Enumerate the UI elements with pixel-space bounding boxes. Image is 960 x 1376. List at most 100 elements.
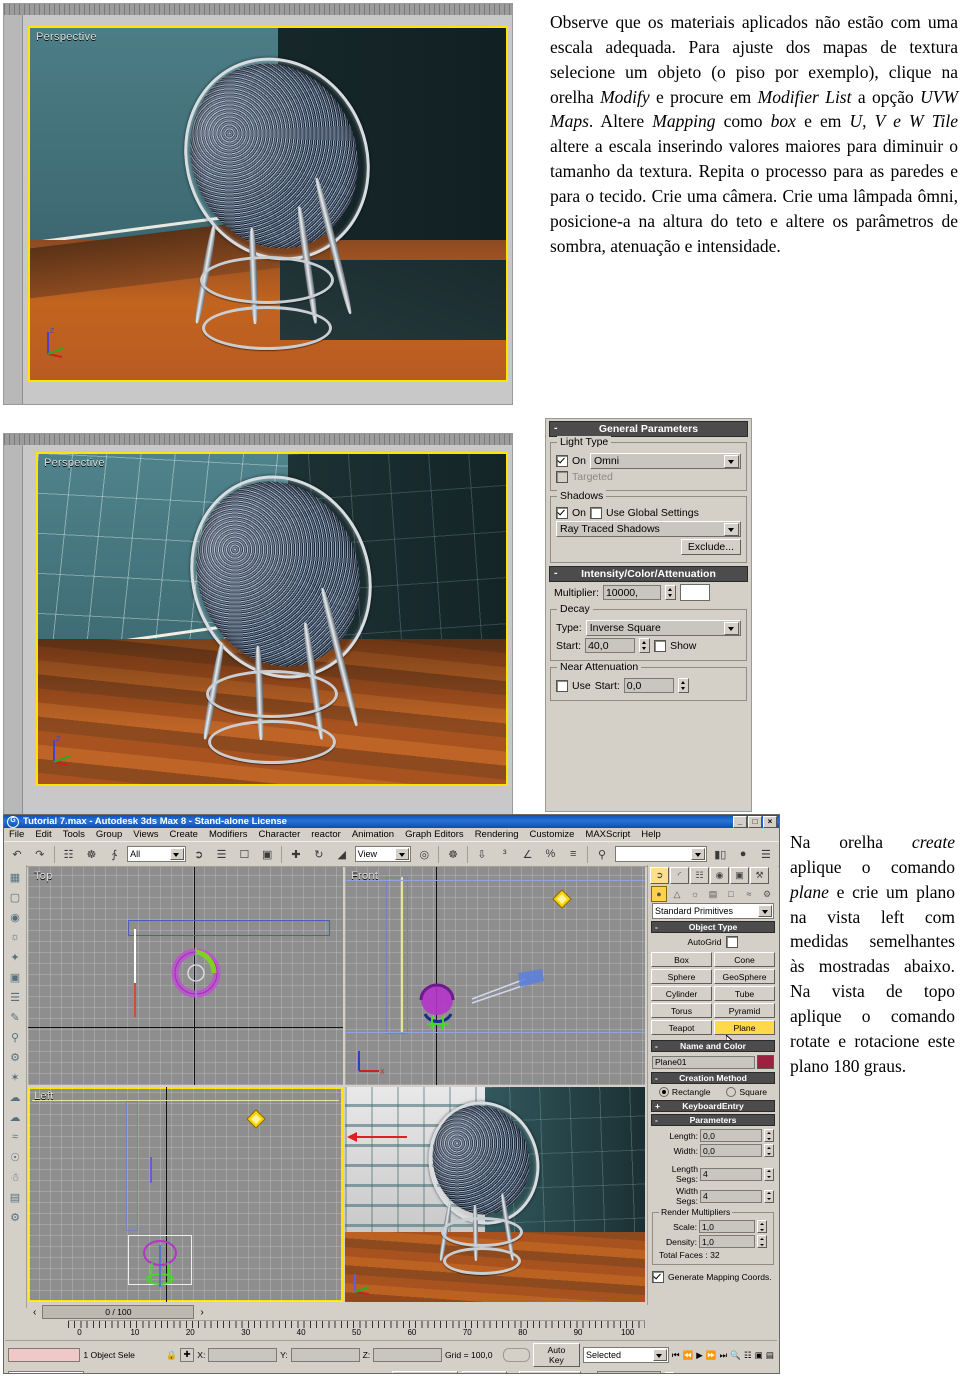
left-toolbar[interactable]: ▦ ▢ ◉ ☼ ✦ ▣ ☰ ✎ ⚲ ⚙ ✶ ☁ ☁ ≈ ☉ ☃ ▤ ⚙	[4, 865, 27, 1308]
geometry-tool-icon[interactable]: ▦	[6, 868, 24, 886]
near-atten-spinner[interactable]	[677, 678, 689, 693]
primitive-box-button[interactable]: Box	[651, 952, 712, 967]
frame-slider-row[interactable]: ‹ 0 / 100 ›	[28, 1304, 645, 1320]
primitive-geosphere-button[interactable]: GeoSphere	[714, 969, 775, 984]
square-option[interactable]: Square	[726, 1087, 767, 1097]
targeted-row[interactable]: Targeted	[556, 471, 741, 483]
primitive-plane-button[interactable]: Plane	[714, 1020, 775, 1035]
shadow-type-row[interactable]: Ray Traced Shadows	[556, 521, 741, 537]
material-editor-icon[interactable]: ●	[733, 843, 754, 865]
goto-end-icon[interactable]: ⏭	[720, 1350, 728, 1361]
primitive-torus-button[interactable]: Torus	[651, 1003, 712, 1018]
angle-snap-icon[interactable]: ∠	[517, 843, 538, 865]
length-segs-row[interactable]: Length Segs: 4	[648, 1163, 778, 1185]
category-geometry-icon[interactable]: ●	[651, 886, 667, 902]
zoom-region-icon[interactable]: ▤	[766, 1350, 774, 1361]
select-and-scale-icon[interactable]: ◢	[331, 843, 352, 865]
category-cameras-icon[interactable]: ▤	[705, 886, 721, 902]
tab-create[interactable]: ➲	[650, 867, 669, 884]
targeted-checkbox[interactable]	[556, 471, 568, 483]
reference-coordinate-combo[interactable]: View	[354, 846, 412, 862]
zoom-extents-icon[interactable]: ▣	[755, 1350, 763, 1361]
viewport-left[interactable]: Left	[28, 1087, 343, 1302]
length-spinner[interactable]	[764, 1129, 774, 1142]
primitive-sphere-button[interactable]: Sphere	[651, 969, 712, 984]
width-spinner[interactable]	[764, 1144, 774, 1157]
parameters-rollout-header[interactable]: - Parameters	[651, 1114, 775, 1126]
creation-method-rollout-header[interactable]: - Creation Method	[651, 1072, 775, 1084]
rotate-gizmo-top[interactable]	[168, 945, 224, 1001]
menu-item-views[interactable]: Views	[133, 829, 158, 840]
selection-filter-combo[interactable]: All	[127, 846, 186, 862]
percent-snap-icon[interactable]: %	[540, 843, 561, 865]
key-filters-button[interactable]: Key Filters...	[519, 1371, 581, 1373]
near-atten-use-checkbox[interactable]	[556, 679, 568, 692]
stack-tool-icon[interactable]: ☰	[6, 988, 24, 1006]
time-slider[interactable]: 0 / 100	[42, 1305, 195, 1319]
creation-method-row[interactable]: Rectangle Square	[648, 1086, 778, 1098]
container-tool-icon[interactable]: ▢	[6, 888, 24, 906]
perspective-viewport-top[interactable]: Perspective Z	[3, 3, 513, 405]
scale-row[interactable]: Scale: 1,0	[655, 1219, 771, 1234]
main-toolbar[interactable]: ↶ ↷ ☷ ☸ ∱ All ➲ ☰ ☐ ▣ ✚ ↻ ◢ View ◎ ☸ ⇩ ³…	[4, 841, 779, 867]
play-icon[interactable]: ▶	[696, 1350, 703, 1361]
prev-frame-arrow[interactable]: ‹	[30, 1307, 39, 1318]
general-parameters-rollout-header[interactable]: - General Parameters	[549, 421, 748, 437]
light-on-checkbox[interactable]	[556, 455, 568, 467]
z-field[interactable]	[373, 1348, 442, 1362]
scale-spinner[interactable]	[757, 1220, 767, 1233]
width-segs-spinner[interactable]	[764, 1189, 774, 1203]
object-type-rollout-header[interactable]: - Object Type	[651, 921, 775, 933]
mirror-icon[interactable]: ☸	[443, 843, 463, 865]
generate-mapping-row[interactable]: Generate Mapping Coords.	[648, 1270, 778, 1284]
width-segs-row[interactable]: Width Segs: 4	[648, 1185, 778, 1207]
unlink-selection-icon[interactable]: ☸	[81, 843, 102, 865]
set-key-button[interactable]: Set Key	[462, 1371, 507, 1373]
arc-rotate-icon[interactable]: ↺	[716, 1373, 723, 1374]
density-field[interactable]: 1,0	[699, 1235, 755, 1248]
primitive-tube-button[interactable]: Tube	[714, 986, 775, 1001]
menu-item-reactor[interactable]: reactor	[311, 829, 341, 840]
decay-start-row[interactable]: Start: 40,0 Show	[556, 638, 741, 653]
rectangle-radio[interactable]	[658, 1087, 669, 1097]
menu-item-rendering[interactable]: Rendering	[475, 829, 519, 840]
wave-tool-icon[interactable]: ≈	[6, 1128, 24, 1146]
use-pivot-point-center-icon[interactable]: ◎	[414, 843, 435, 865]
tab-hierarchy[interactable]: ☷	[690, 867, 709, 884]
create-category-row[interactable]: ● △ ☼ ▤ □ ≈ ⚙	[648, 885, 778, 903]
category-lights-icon[interactable]: ☼	[687, 886, 703, 902]
light-type-dropdown[interactable]: Omni	[590, 453, 741, 469]
shadow-type-dropdown[interactable]: Ray Traced Shadows	[556, 521, 741, 537]
decay-type-row[interactable]: Type: Inverse Square	[556, 620, 741, 636]
zoom-icon[interactable]: 🔍	[730, 1350, 741, 1361]
primitive-cylinder-button[interactable]: Cylinder	[651, 986, 712, 1001]
sphere-tool-icon[interactable]: ◉	[6, 908, 24, 926]
key-mode-icon[interactable]: ⏮	[585, 1373, 593, 1374]
length-field[interactable]: 0,0	[700, 1129, 762, 1142]
decay-show-checkbox[interactable]	[654, 639, 667, 652]
decay-start-field[interactable]: 40,0	[585, 638, 636, 653]
zoom-extents-all-icon[interactable]: ▦	[689, 1373, 697, 1374]
chevron-down-icon-keymode[interactable]	[652, 1349, 667, 1361]
helper-tool-icon[interactable]: ✶	[6, 1068, 24, 1086]
near-atten-row[interactable]: Use Start: 0,0	[556, 678, 741, 693]
named-selection-sets-icon[interactable]: ⚲	[592, 843, 612, 865]
named-selection-combo[interactable]	[614, 846, 708, 862]
length-segs-spinner[interactable]	[764, 1167, 774, 1181]
menu-item-file[interactable]: File	[9, 829, 24, 840]
plane-object-left[interactable]	[126, 1101, 138, 1231]
spiral-tool-icon[interactable]: ☉	[6, 1148, 24, 1166]
render-image-top[interactable]: Perspective Z	[28, 26, 508, 382]
tab-utilities[interactable]: ⚒	[750, 867, 769, 884]
auto-key-button[interactable]: Auto Key	[532, 1343, 580, 1367]
object-name-field[interactable]: Plane01	[652, 1055, 755, 1069]
restore-button[interactable]: □	[748, 815, 762, 828]
menu-bar[interactable]: File Edit Tools Group Views Create Modif…	[4, 828, 779, 841]
biped-tool-icon[interactable]: ☃	[6, 1168, 24, 1186]
perspective-viewport-mid[interactable]: Perspective Z	[3, 433, 513, 815]
status-field[interactable]	[8, 1371, 84, 1373]
3dsmax-window[interactable]: G Tutorial 7.max - Autodesk 3ds Max 8 - …	[3, 814, 780, 1374]
category-systems-icon[interactable]: ⚙	[759, 886, 775, 902]
cloud-tool-icon[interactable]: ☁	[6, 1088, 24, 1106]
book-tool-icon[interactable]: ▤	[6, 1188, 24, 1206]
